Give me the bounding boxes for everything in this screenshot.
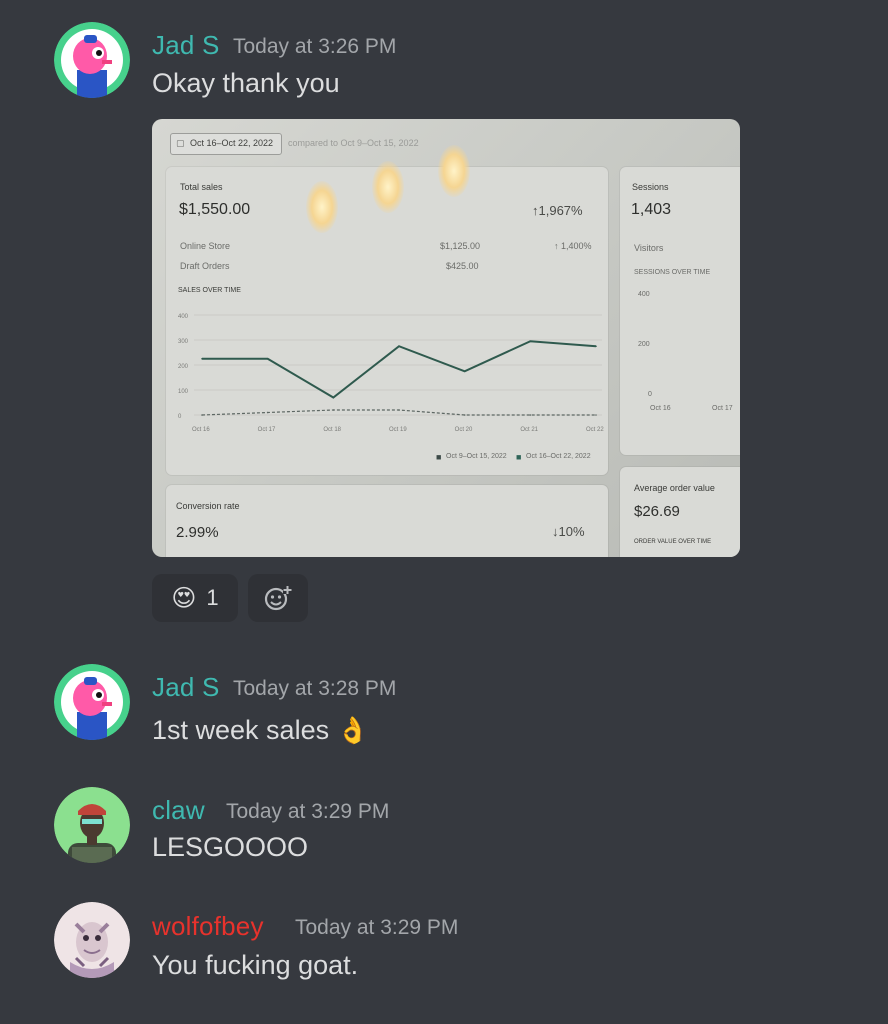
avatar[interactable] [54,664,130,740]
x-tick-label: Oct 17 [258,427,276,433]
legend-prev-swatch: ■ [436,452,442,462]
timestamp: Today at 3:29 PM [295,916,459,939]
y-tick-label: 100 [178,389,189,395]
x-tick-label: Oct 19 [389,427,407,433]
light-glare [306,181,338,233]
data-point [332,409,335,411]
x-tick-label: Oct 21 [520,427,538,433]
message-text: Okay thank you [152,68,340,98]
data-point [463,414,466,416]
x-tick-label: Oct 22 [586,427,604,433]
legend-prev: Oct 9–Oct 15, 2022 [446,453,507,460]
add-reaction-button[interactable] [248,574,308,622]
x-tick-label: Oct 16 [192,427,210,433]
data-point [266,357,269,360]
aov-value: $26.69 [634,503,680,520]
light-glare [438,145,470,197]
data-point [201,357,203,360]
data-point [266,411,269,414]
x-tick-label: Oct 18 [323,427,341,433]
y-tick-label: 400 [178,314,189,320]
message-body: 1st week sales [152,715,330,745]
data-point [201,414,203,416]
avatar[interactable] [54,22,130,98]
reaction-count: 1 [206,585,219,610]
aov-over-time: ORDER VALUE OVER TIME [634,539,712,545]
conversion-label: Conversion rate [176,501,240,511]
avatar[interactable] [54,787,130,863]
aov-label: Average order value [634,483,715,493]
avatar[interactable] [54,902,130,978]
y-tick-label: 0 [178,414,182,420]
username[interactable]: claw [152,795,205,826]
conversion-change: ↓10% [552,524,585,539]
timestamp: Today at 3:28 PM [233,677,397,700]
reaction-heart-eyes[interactable]: 😍 1 [152,574,238,622]
visitors-label: Visitors [634,243,664,253]
sessions-x-tick: Oct 17 [712,405,733,412]
data-point [332,396,335,399]
data-point [398,345,400,348]
sessions-y-tick: 200 [638,341,650,348]
username[interactable]: Jad S [152,30,220,61]
y-tick-label: 300 [178,339,189,345]
light-glare [372,161,404,213]
sessions-label: Sessions [632,182,669,192]
data-point [595,414,597,416]
sessions-value: 1,403 [631,201,672,218]
message-text: 1st week sales 👌 [152,715,369,746]
conversion-value: 2.99% [176,524,219,541]
ok-hand-emoji: 👌 [336,715,369,745]
sessions-x-tick: Oct 16 [650,405,671,412]
data-point [595,345,597,348]
data-point [529,340,532,343]
timestamp: Today at 3:29 PM [226,800,390,823]
username[interactable]: wolfofbey [152,911,264,942]
conversion-card [166,485,608,557]
timestamp: Today at 3:26 PM [233,35,397,58]
message-text: LESGOOOO [152,832,309,862]
heart-eyes-emoji: 😍 [171,584,197,612]
sessions-over-time: SESSIONS OVER TIME [634,269,711,276]
add-reaction-icon [264,585,292,611]
series-line-current [202,340,597,399]
x-tick-label: Oct 20 [455,427,473,433]
legend-curr-swatch: ■ [516,452,522,462]
legend-curr: Oct 16–Oct 22, 2022 [526,453,591,460]
data-point [398,409,400,411]
attached-photo[interactable]: ▢ Oct 16–Oct 22, 2022 compared to Oct 9–… [152,119,740,557]
sessions-y-tick: 400 [638,291,650,298]
data-point [529,414,532,416]
message-text: You fucking goat. [152,950,359,980]
y-tick-label: 200 [178,364,189,370]
sessions-y-tick: 0 [648,391,652,398]
username[interactable]: Jad S [152,672,220,703]
data-point [463,370,466,373]
